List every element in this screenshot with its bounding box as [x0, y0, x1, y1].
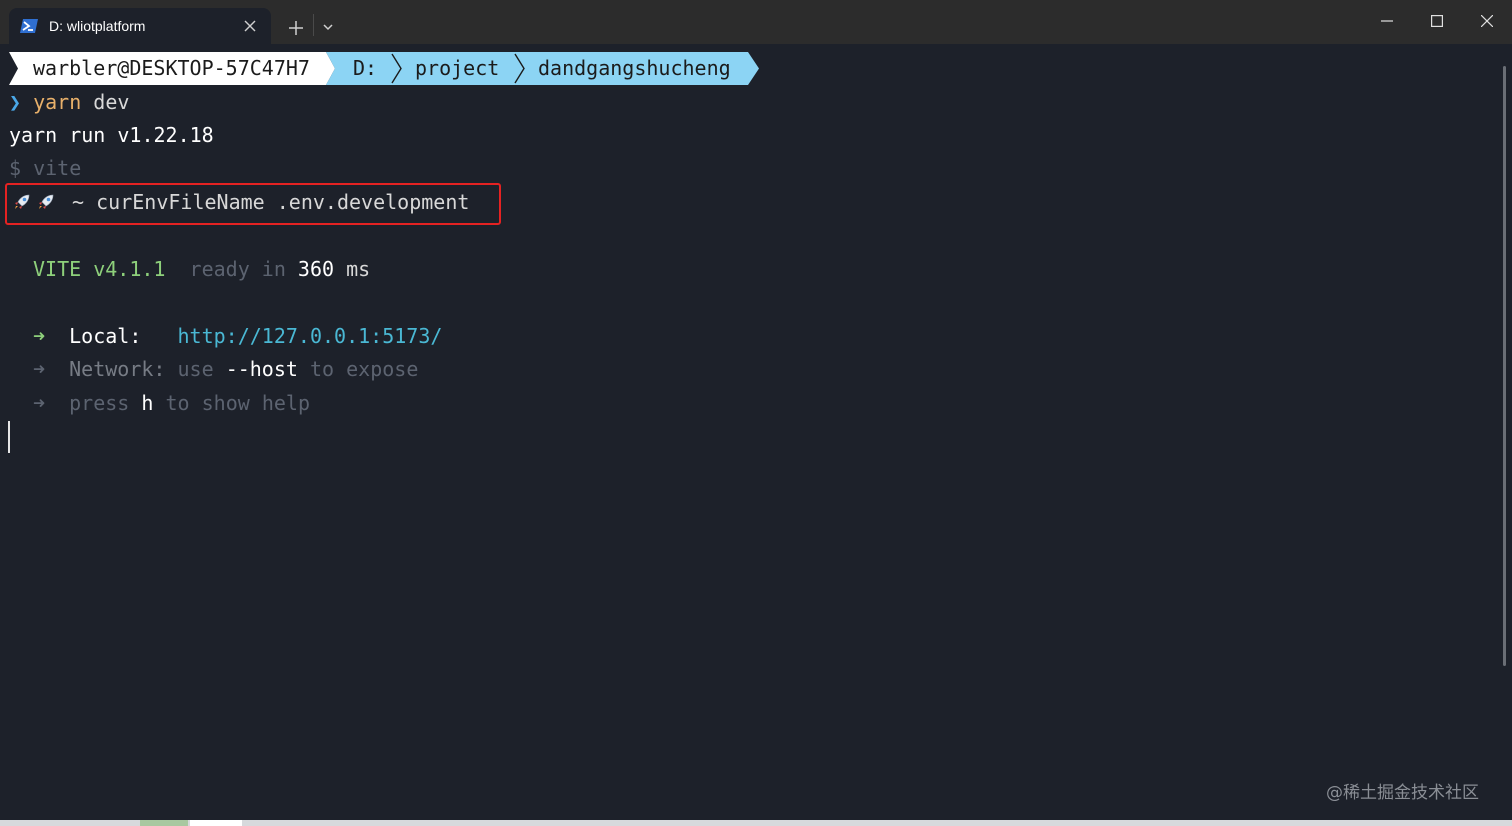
close-tab-icon[interactable]	[243, 19, 257, 33]
powershell-icon	[20, 19, 38, 33]
arrow-right-icon: ➜	[33, 324, 46, 348]
path-segment-project: project	[415, 56, 500, 80]
vite-ready-line: VITE v4.1.1 ready in 360 ms	[33, 253, 370, 286]
command-line: ❯ yarn dev	[9, 86, 129, 119]
command-args: dev	[81, 90, 130, 114]
prompt-chevron-icon: ❯	[9, 90, 22, 114]
title-bar: D: wliotplatform	[0, 0, 1512, 44]
yarn-version-line: yarn run v1.22.18	[9, 123, 214, 147]
tab-separator	[313, 14, 314, 36]
close-window-button[interactable]	[1462, 0, 1512, 44]
taskbar-segment	[140, 820, 188, 826]
network-suffix-text: to expose	[309, 357, 419, 381]
highlight-annotation-box	[5, 183, 501, 225]
taskbar-strip	[0, 820, 1512, 826]
tab-active[interactable]: D: wliotplatform	[9, 8, 271, 44]
close-icon	[1481, 15, 1493, 27]
arrow-right-icon: ➜	[33, 357, 46, 381]
network-line: ➜ Network: use --host to expose	[33, 353, 418, 386]
path-segment-folder: dandgangshucheng	[538, 56, 731, 80]
ready-unit: ms	[346, 257, 371, 281]
maximize-icon	[1431, 15, 1443, 27]
new-tab-icon[interactable]	[286, 18, 306, 38]
minimize-button[interactable]	[1362, 0, 1412, 44]
arrow-right-icon: ➜	[33, 391, 46, 415]
scrollbar-thumb[interactable]	[1503, 66, 1506, 666]
maximize-button[interactable]	[1412, 0, 1462, 44]
ready-ms-value: 360	[297, 257, 335, 281]
local-label: Local:	[69, 324, 142, 348]
taskbar-segment	[190, 820, 242, 826]
help-hint-line: ➜ press h to show help	[33, 387, 310, 420]
network-label: Network:	[69, 357, 166, 381]
text-cursor	[8, 421, 10, 453]
path-segment-drive: D:	[353, 56, 378, 80]
path-separator-icon	[514, 53, 525, 84]
chevron-down-icon[interactable]	[320, 19, 336, 35]
press-text: press	[69, 391, 130, 415]
network-host-flag: --host	[225, 357, 298, 381]
minimize-icon	[1381, 20, 1393, 22]
command-name: yarn	[33, 90, 82, 114]
press-suffix-text: to show help	[165, 391, 311, 415]
press-key: h	[141, 391, 154, 415]
tab-title: D: wliotplatform	[49, 18, 146, 34]
ready-text: ready in	[189, 257, 286, 281]
path-separator-icon	[391, 53, 402, 84]
local-url-line: ➜ Local: http://127.0.0.1:5173/	[33, 320, 442, 353]
watermark-text: @稀土掘金技术社区	[1326, 783, 1479, 803]
network-use-text: use	[177, 357, 214, 381]
local-url-link[interactable]: http://127.0.0.1:5173/	[178, 324, 443, 348]
prompt-user-host: warbler@DESKTOP-57C47H7	[33, 56, 310, 80]
vite-command-line: $ vite	[9, 156, 82, 180]
vite-version: VITE v4.1.1	[33, 257, 166, 281]
